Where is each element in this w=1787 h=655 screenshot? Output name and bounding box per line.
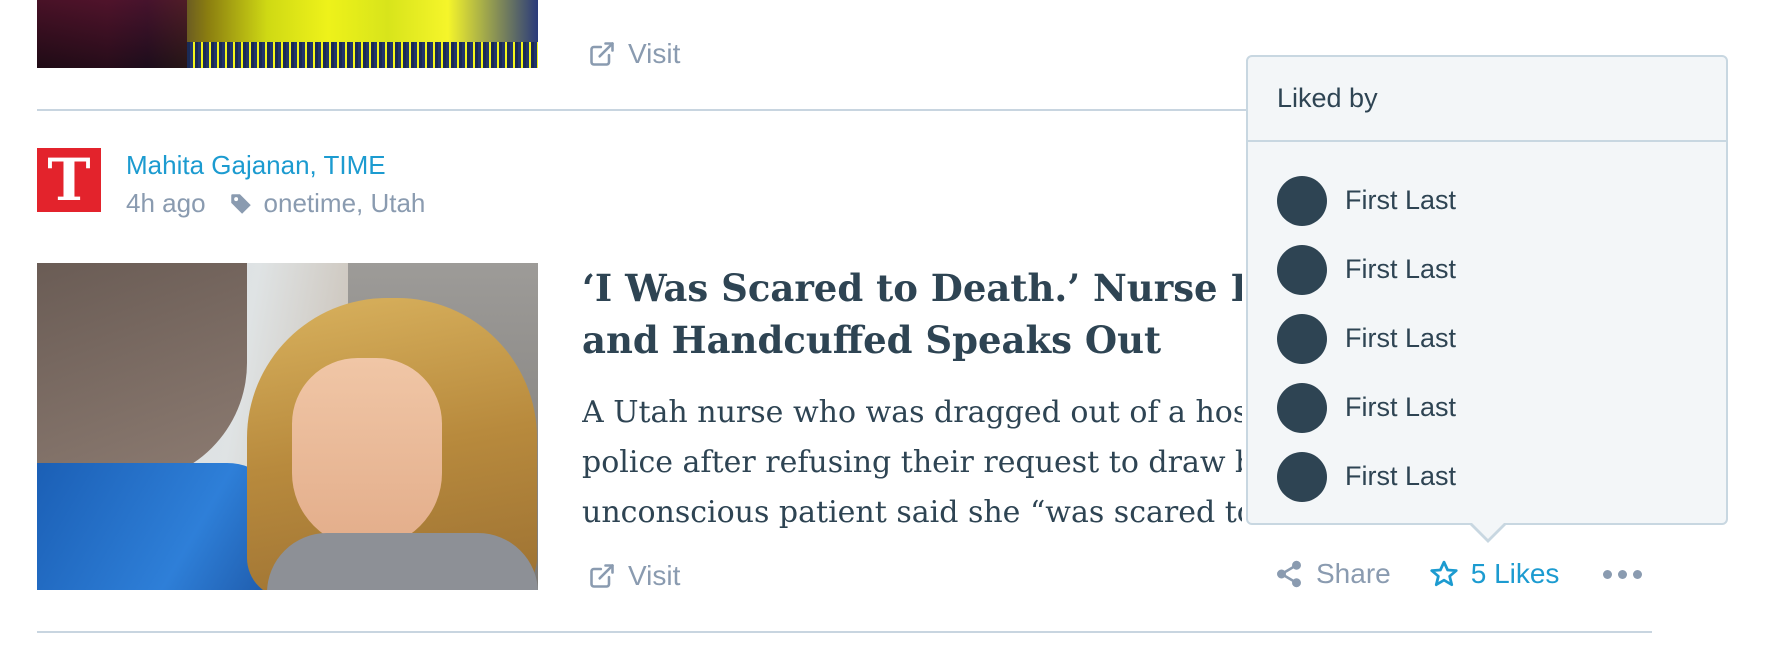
user-name: First Last bbox=[1345, 185, 1457, 215]
ellipsis-icon bbox=[1603, 569, 1613, 579]
share-label: Share bbox=[1316, 558, 1391, 589]
liked-by-user[interactable]: First Last bbox=[1277, 442, 1726, 511]
share-button[interactable]: Share bbox=[1274, 558, 1391, 590]
post-visit-link[interactable]: Visit bbox=[588, 560, 680, 592]
thumbnail-pattern bbox=[187, 42, 538, 68]
post-author[interactable]: Mahita Gajanan, TIME bbox=[126, 150, 386, 181]
more-options-button[interactable] bbox=[1603, 569, 1643, 579]
popover-header: Liked by bbox=[1248, 57, 1726, 142]
post-tags[interactable]: onetime, Utah bbox=[264, 188, 426, 219]
avatar bbox=[1277, 382, 1327, 433]
ellipsis-icon bbox=[1633, 569, 1643, 579]
popover-title: Liked by bbox=[1277, 83, 1378, 113]
likes-label: 5 Likes bbox=[1470, 558, 1560, 589]
likes-button[interactable]: 5 Likes bbox=[1429, 558, 1560, 590]
photo-person-sweater bbox=[267, 533, 538, 590]
liked-by-user[interactable]: First Last bbox=[1277, 166, 1726, 235]
post-meta: 4h ago onetime, Utah bbox=[126, 188, 425, 219]
post-title-line: ‘I Was Scared to Death.’ Nurse Dra bbox=[582, 266, 1242, 310]
user-name: First Last bbox=[1345, 323, 1457, 353]
avatar bbox=[1277, 244, 1327, 295]
site-icon[interactable]: T bbox=[37, 148, 101, 212]
liked-by-user[interactable]: First Last bbox=[1277, 235, 1726, 304]
avatar bbox=[1277, 451, 1327, 502]
post-title-line: and Handcuffed Speaks Out bbox=[582, 318, 1162, 362]
excerpt-line: unconscious patient said she “was scared… bbox=[582, 495, 1242, 530]
post-actions: Share 5 Likes bbox=[1274, 558, 1643, 590]
photo-person-face bbox=[292, 358, 442, 548]
visit-label: Visit bbox=[628, 38, 681, 69]
user-name: First Last bbox=[1345, 254, 1457, 284]
liked-by-user[interactable]: First Last bbox=[1277, 373, 1726, 442]
visit-label: Visit bbox=[628, 560, 681, 591]
liked-by-user[interactable]: First Last bbox=[1277, 304, 1726, 373]
previous-post-thumbnail[interactable] bbox=[37, 0, 538, 68]
user-name: First Last bbox=[1345, 461, 1457, 491]
popover-arrow-fill bbox=[1470, 521, 1506, 539]
avatar bbox=[1277, 175, 1327, 226]
post-featured-image[interactable] bbox=[37, 263, 538, 590]
excerpt-line: A Utah nurse who was dragged out of a ho… bbox=[582, 395, 1242, 430]
external-link-icon bbox=[590, 564, 614, 588]
thumbnail-shade bbox=[37, 0, 187, 68]
excerpt-line: police after refusing their request to d… bbox=[582, 445, 1242, 480]
external-link-icon bbox=[590, 42, 614, 66]
liked-by-popover: Liked by First Last First Last First Las… bbox=[1246, 55, 1728, 525]
site-icon-letter: T bbox=[47, 146, 91, 214]
tag-icon bbox=[230, 193, 251, 214]
liked-by-list: First Last First Last First Last First L… bbox=[1248, 142, 1726, 511]
post-time: 4h ago bbox=[126, 188, 206, 218]
previous-post-visit-link[interactable]: Visit bbox=[588, 38, 680, 70]
ellipsis-icon bbox=[1618, 569, 1628, 579]
avatar bbox=[1277, 313, 1327, 364]
share-icon bbox=[1277, 560, 1301, 588]
star-icon bbox=[1430, 560, 1458, 587]
user-name: First Last bbox=[1345, 392, 1457, 422]
post-title[interactable]: ‘I Was Scared to Death.’ Nurse Dra and H… bbox=[582, 262, 1242, 366]
photo-person-left bbox=[37, 263, 247, 483]
post-excerpt: A Utah nurse who was dragged out of a ho… bbox=[582, 388, 1242, 538]
post-divider bbox=[37, 631, 1652, 633]
